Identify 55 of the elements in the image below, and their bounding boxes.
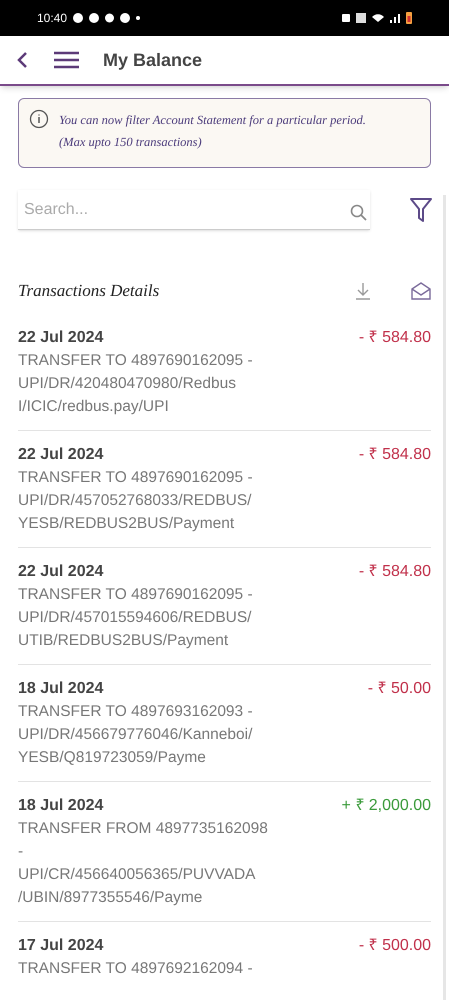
search-field[interactable]: Search... xyxy=(18,190,370,230)
transaction-date: 22 Jul 2024 xyxy=(18,444,104,464)
transaction-date: 18 Jul 2024 xyxy=(18,678,104,698)
transaction-amount: - ₹ 584.80 xyxy=(358,328,431,348)
transaction-description: - xyxy=(18,842,24,862)
notification-icon xyxy=(120,13,130,23)
page-title: My Balance xyxy=(103,48,202,72)
transaction-description: TRANSFER TO 4897690162095 - xyxy=(18,350,253,370)
transaction-description: TRANSFER FROM 4897735162098 xyxy=(18,818,268,838)
section-title: Transactions Details xyxy=(18,280,160,302)
back-icon xyxy=(16,51,28,69)
envelope-icon xyxy=(411,282,431,300)
transaction-date: 17 Jul 2024 xyxy=(18,936,104,956)
transaction-description: UPI/DR/457052768033/REDBUS/ xyxy=(18,490,252,510)
transaction-description: TRANSFER TO 4897690162095 - xyxy=(18,584,253,604)
notice-text: (Max upto 150 transactions) xyxy=(59,134,203,151)
transaction-amount: + ₹ 2,000.00 xyxy=(341,796,431,816)
transaction-description: UPI/DR/456679776046/Kanneboi/ xyxy=(18,724,253,744)
transaction-date: 22 Jul 2024 xyxy=(18,562,104,582)
transaction-description: YESB/REDBUS2BUS/Payment xyxy=(18,514,236,534)
notification-icon xyxy=(73,13,84,23)
transaction-amount: - ₹ 500.00 xyxy=(358,936,431,956)
transaction-description: TRANSFER TO 4897690162095 - xyxy=(18,468,253,488)
transaction-amount: - ₹ 584.80 xyxy=(358,562,431,582)
transaction-description: UPI/DR/420480470980/Redbus xyxy=(18,374,238,394)
download-button[interactable] xyxy=(355,282,371,300)
filter-icon xyxy=(410,197,432,223)
notification-icon xyxy=(89,13,100,23)
notice-text: You can now filter Account Statement for a particular period. xyxy=(59,112,366,129)
status-time: 10:40 xyxy=(37,10,68,27)
download-icon xyxy=(355,282,371,300)
dot-icon xyxy=(136,16,140,20)
transaction-date: 22 Jul 2024 xyxy=(18,328,104,348)
email-button[interactable] xyxy=(411,282,431,300)
transaction-description: I/ICIC/redbus.pay/UPI xyxy=(18,396,170,416)
transaction-description: TRANSFER TO 4897693162093 - xyxy=(18,702,253,722)
transaction-amount: - ₹ 50.00 xyxy=(368,678,431,698)
transaction-description: YESB/Q819723059/Payme xyxy=(18,748,207,768)
transaction-amount: - ₹ 584.80 xyxy=(358,444,431,464)
filter-button[interactable] xyxy=(409,196,433,224)
transaction-description: /UBIN/8977355546/Payme xyxy=(18,888,204,908)
info-icon xyxy=(29,109,49,129)
notification-icon xyxy=(105,13,114,23)
menu-icon xyxy=(54,51,79,69)
transaction-date: 18 Jul 2024 xyxy=(18,796,104,816)
transaction-description: UPI/CR/456640056365/PUVVADA xyxy=(18,864,257,884)
transaction-description: UPI/DR/457015594606/REDBUS/ xyxy=(18,608,252,628)
search-icon xyxy=(350,204,368,222)
signal-icon xyxy=(390,14,400,22)
battery-icon xyxy=(406,12,412,24)
menu-button[interactable] xyxy=(54,50,79,70)
wifi-icon xyxy=(372,14,384,22)
transaction-description: TRANSFER TO 4897692162094 - xyxy=(18,958,253,978)
transaction-description: UTIB/REDBUS2BUS/Payment xyxy=(18,630,230,650)
back-button[interactable] xyxy=(16,50,30,70)
